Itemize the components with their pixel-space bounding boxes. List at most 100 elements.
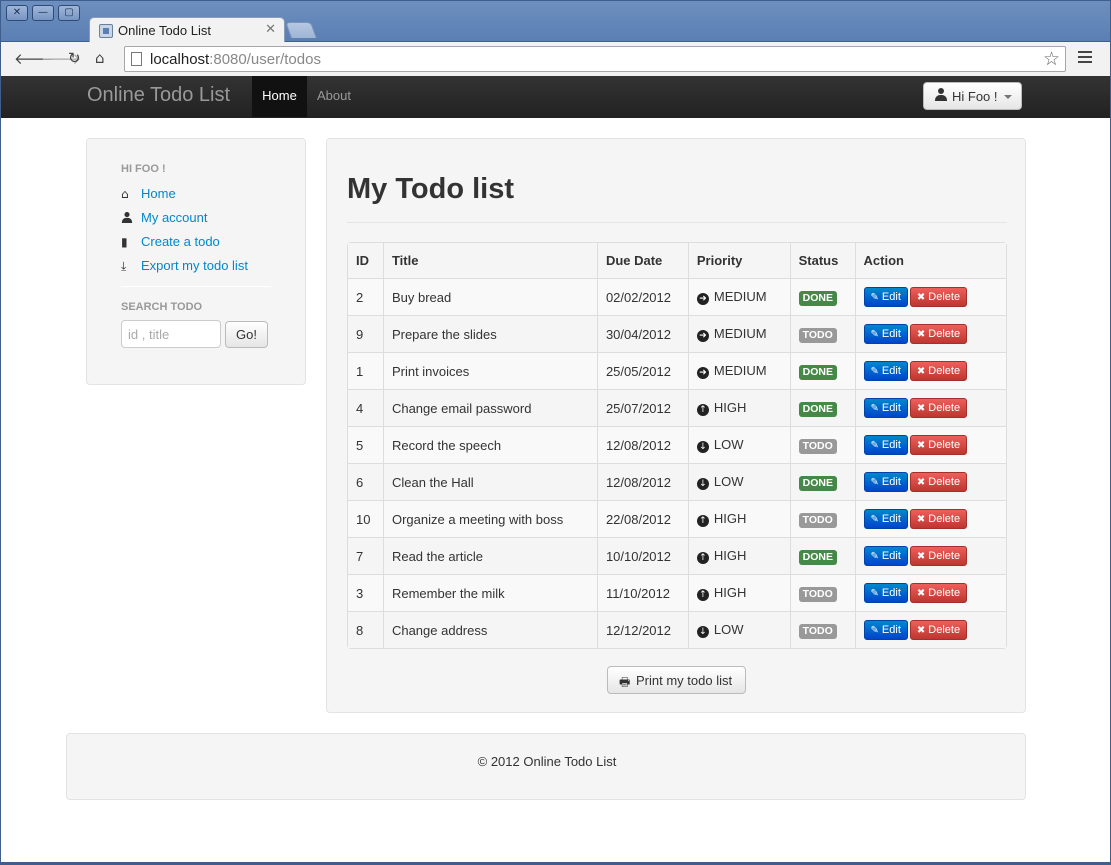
- delete-button[interactable]: ✖ Delete: [909, 287, 968, 307]
- edit-button[interactable]: ✎ Edit: [863, 509, 908, 529]
- priority-low-icon: ↓: [696, 626, 709, 638]
- new-tab-button[interactable]: [285, 22, 317, 38]
- table-row: 1 Print invoices 25/05/2012 ➜ MEDIUM DONE ✎ Edi…: [348, 352, 1006, 389]
- column-header-action: Action: [854, 243, 1006, 278]
- nav-about[interactable]: About: [317, 88, 351, 103]
- address-bar[interactable]: localhost:8080/user/todos ☆: [124, 46, 1066, 72]
- priority-high-icon: ↑: [696, 515, 709, 527]
- delete-button[interactable]: ✖ Delete: [909, 324, 968, 344]
- edit-icon: ✎: [870, 292, 879, 303]
- sidebar-item-export[interactable]: ⤓ Export my todo list: [121, 258, 248, 274]
- delete-button[interactable]: ✖ Delete: [909, 546, 968, 566]
- status-badge: DONE: [798, 475, 837, 491]
- priority-label: HIGH: [713, 511, 747, 526]
- print-button[interactable]: 🖶 Print my todo list: [607, 666, 746, 694]
- print-button-label: Print my todo list: [636, 673, 733, 688]
- delete-label: Delete: [928, 587, 961, 599]
- edit-icon: ✎: [870, 366, 879, 377]
- nav-home[interactable]: Home: [252, 76, 307, 117]
- priority-label: LOW: [713, 437, 744, 452]
- user-menu-button[interactable]: Hi Foo !: [923, 82, 1022, 110]
- edit-button[interactable]: ✎ Edit: [863, 361, 908, 381]
- download-icon: ⤓: [121, 259, 127, 273]
- window-border-left: [0, 118, 1, 865]
- cell-id: 3: [348, 574, 383, 611]
- cell-id: 8: [348, 611, 383, 648]
- cell-priority: ➜ MEDIUM: [687, 278, 790, 315]
- edit-button[interactable]: ✎ Edit: [863, 583, 908, 603]
- edit-button[interactable]: ✎ Edit: [863, 435, 908, 455]
- table-row: 9 Prepare the slides 30/04/2012 ➜ MEDIUM TODO…: [348, 315, 1006, 352]
- cell-priority: ↑ HIGH: [687, 500, 790, 537]
- priority-label: LOW: [713, 474, 744, 489]
- cell-priority: ➜ MEDIUM: [687, 352, 790, 389]
- sidebar-item-home[interactable]: ⌂ Home: [121, 186, 176, 201]
- priority-label: HIGH: [713, 400, 747, 415]
- priority-high-icon: ↑: [696, 589, 709, 601]
- priority-high-icon: ↑: [696, 404, 709, 416]
- reload-icon[interactable]: ↻: [68, 49, 81, 67]
- delete-button[interactable]: ✖ Delete: [909, 361, 968, 381]
- cell-title: Organize a meeting with boss: [382, 500, 597, 537]
- delete-label: Delete: [928, 291, 961, 303]
- cell-status: DONE: [789, 463, 855, 500]
- cell-due-date: 10/10/2012: [596, 537, 688, 574]
- edit-button[interactable]: ✎ Edit: [863, 472, 908, 492]
- tab-close-icon[interactable]: ✕: [265, 22, 276, 37]
- cell-action: ✎ Edit ✖ Delete: [854, 574, 1006, 611]
- search-input[interactable]: [121, 320, 221, 348]
- url-text[interactable]: localhost:8080/user/todos: [150, 51, 321, 68]
- priority-label: MEDIUM: [713, 289, 767, 304]
- delete-icon: ✖: [916, 329, 926, 340]
- edit-label: Edit: [881, 328, 901, 340]
- window-maximize-button[interactable]: ▢: [58, 5, 80, 21]
- delete-label: Delete: [928, 624, 961, 636]
- edit-label: Edit: [881, 365, 901, 377]
- todo-table: ID Title Due Date Priority Status Action…: [347, 242, 1007, 649]
- column-header-id: ID: [348, 243, 383, 278]
- table-row: 5 Record the speech 12/08/2012 ↓ LOW TODO ✎ Edi…: [348, 426, 1006, 463]
- delete-button[interactable]: ✖ Delete: [909, 583, 968, 603]
- cell-action: ✎ Edit ✖ Delete: [854, 500, 1006, 537]
- edit-button[interactable]: ✎ Edit: [863, 546, 908, 566]
- tab-title: Online Todo List: [118, 23, 211, 38]
- sidebar-header: HI FOO !: [121, 163, 166, 175]
- search-go-button[interactable]: Go!: [225, 321, 268, 348]
- sidebar: HI FOO ! ⌂ Home My account ▮ Create a todo…: [86, 138, 306, 385]
- window-minimize-button[interactable]: —: [32, 5, 54, 21]
- menu-icon[interactable]: [1078, 51, 1092, 66]
- edit-button[interactable]: ✎ Edit: [863, 620, 908, 640]
- browser-tab[interactable]: Online Todo List ✕: [89, 17, 285, 44]
- cell-status: TODO: [789, 611, 855, 648]
- star-icon[interactable]: ☆: [1043, 48, 1060, 70]
- home-icon[interactable]: ⌂: [95, 49, 105, 67]
- edit-button[interactable]: ✎ Edit: [863, 287, 908, 307]
- edit-button[interactable]: ✎ Edit: [863, 324, 908, 344]
- priority-high-icon: ↑: [696, 552, 709, 564]
- sidebar-item-create-todo[interactable]: ▮ Create a todo: [121, 234, 220, 249]
- priority-medium-icon: ➜: [696, 367, 709, 379]
- priority-label: LOW: [713, 622, 744, 637]
- edit-label: Edit: [881, 624, 901, 636]
- edit-button[interactable]: ✎ Edit: [863, 398, 908, 418]
- delete-button[interactable]: ✖ Delete: [909, 435, 968, 455]
- priority-label: MEDIUM: [713, 326, 767, 341]
- priority-label: HIGH: [713, 548, 747, 563]
- delete-button[interactable]: ✖ Delete: [909, 472, 968, 492]
- delete-button[interactable]: ✖ Delete: [909, 398, 968, 418]
- window-close-button[interactable]: ✕: [6, 5, 28, 21]
- cell-status: TODO: [789, 500, 855, 537]
- delete-button[interactable]: ✖ Delete: [909, 509, 968, 529]
- sidebar-item-my-account[interactable]: My account: [121, 210, 207, 225]
- brand-link[interactable]: Online Todo List: [87, 84, 230, 107]
- edit-label: Edit: [881, 550, 901, 562]
- cell-status: DONE: [789, 278, 855, 315]
- delete-button[interactable]: ✖ Delete: [909, 620, 968, 640]
- sidebar-item-label: Export my todo list: [141, 258, 248, 273]
- table-row: 7 Read the article 10/10/2012 ↑ HIGH DONE ✎ Edi…: [348, 537, 1006, 574]
- cell-status: TODO: [789, 574, 855, 611]
- url-path: :8080/user/todos: [209, 51, 321, 68]
- delete-icon: ✖: [916, 514, 926, 525]
- print-icon: 🖶: [619, 675, 631, 689]
- cell-priority: ↓ LOW: [687, 463, 790, 500]
